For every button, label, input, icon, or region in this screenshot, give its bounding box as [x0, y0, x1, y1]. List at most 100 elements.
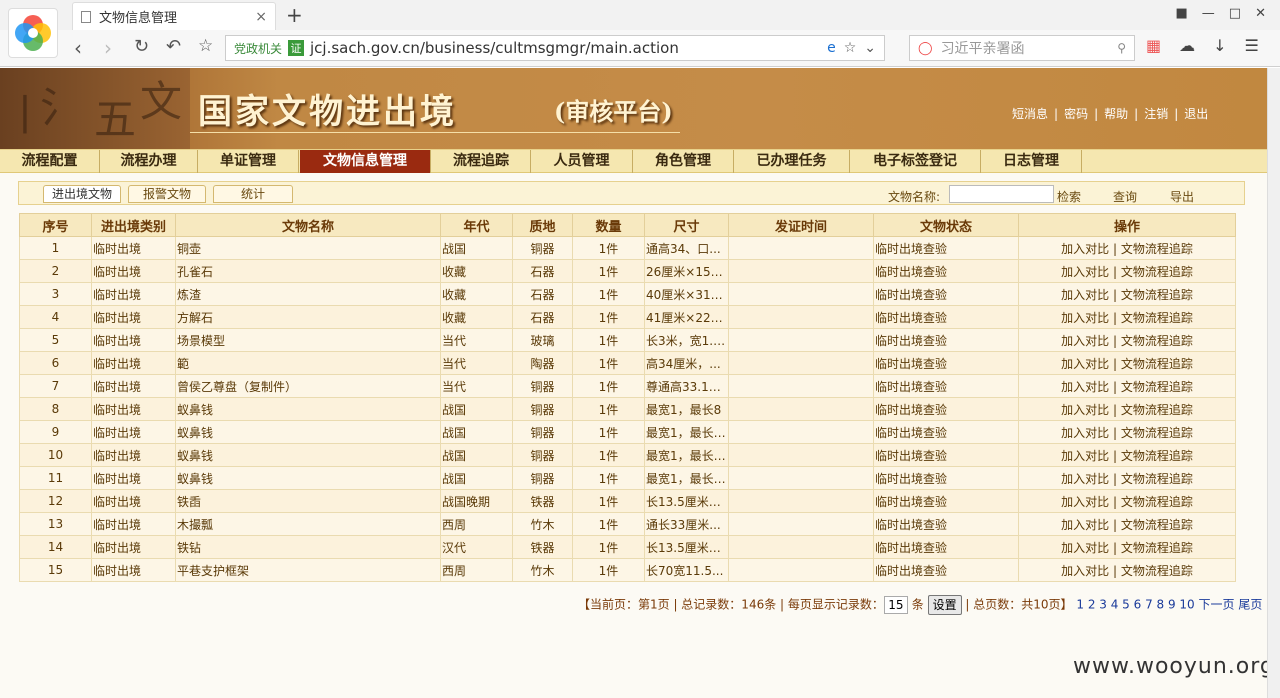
cell-actions[interactable]: 加入对比 | 文物流程追踪	[1018, 397, 1236, 421]
col-header-issue-time[interactable]: 发证时间	[728, 213, 874, 237]
cell-relic-name[interactable]: 场景模型	[175, 328, 441, 352]
set-page-size-button[interactable]: 设置	[927, 595, 962, 615]
col-header-material[interactable]: 质地	[512, 213, 573, 237]
menu-log-manage[interactable]: 日志管理	[981, 150, 1082, 173]
cell-relic-name[interactable]: 蚁鼻钱	[175, 466, 441, 490]
cell-relic-name[interactable]: 木撮瓢	[175, 512, 441, 536]
cell-relic-name[interactable]: 蚁鼻钱	[175, 420, 441, 444]
subtab-inout-relics[interactable]: 进出境文物	[43, 185, 121, 203]
link-logout[interactable]: 注销	[1144, 107, 1168, 121]
page-number-links[interactable]: 1 2 3 4 5 6 7 8 9 10	[1076, 598, 1194, 612]
cell-relic-name[interactable]: 方解石	[175, 305, 441, 329]
table-row[interactable]: 2 临时出境 孔雀石 收藏 石器 1件 26厘米×15厘... 临时出境查验 加入对比 | 文物…	[19, 259, 1236, 283]
search-icon[interactable]: ⚲	[1117, 41, 1126, 55]
menu-handled-tasks[interactable]: 已办理任务	[734, 150, 850, 173]
cell-actions[interactable]: 加入对比 | 文物流程追踪	[1018, 489, 1236, 513]
cell-actions[interactable]: 加入对比 | 文物流程追踪	[1018, 374, 1236, 398]
cell-actions[interactable]: 加入对比 | 文物流程追踪	[1018, 305, 1236, 329]
back-icon[interactable]: ‹	[74, 36, 82, 60]
menu-icon[interactable]: ☰	[1245, 36, 1259, 55]
link-exit[interactable]: 退出	[1184, 107, 1208, 121]
reload-icon[interactable]: ↻	[134, 36, 149, 57]
col-header-status[interactable]: 文物状态	[873, 213, 1019, 237]
browser-logo[interactable]	[8, 8, 58, 58]
menu-etag-register[interactable]: 电子标签登记	[850, 150, 981, 173]
cell-actions[interactable]: 加入对比 | 文物流程追踪	[1018, 259, 1236, 283]
link-help[interactable]: 帮助	[1104, 107, 1128, 121]
menu-role-manage[interactable]: 角色管理	[633, 150, 734, 173]
url-text[interactable]: jcj.sach.gov.cn/business/cultmsgmgr/main…	[310, 39, 827, 57]
menu-flow-handle[interactable]: 流程办理	[100, 150, 198, 173]
export-link[interactable]: 导出	[1170, 188, 1194, 205]
cell-relic-name[interactable]: 平巷支护框架	[175, 558, 441, 582]
table-row[interactable]: 5 临时出境 场景模型 当代 玻璃 1件 长3米，宽1.8... 临时出境查验 加入对比 | 文…	[19, 328, 1236, 352]
table-row[interactable]: 14 临时出境 铁钻 汉代 铁器 1件 长13.5厘米，... 临时出境查验 加入对比 | 文物…	[19, 535, 1236, 559]
new-tab-button[interactable]: +	[286, 3, 303, 27]
cell-relic-name[interactable]: 蚁鼻钱	[175, 443, 441, 467]
search-box[interactable]: ◯ 习近平亲署函 ⚲	[909, 35, 1135, 61]
menu-document-manage[interactable]: 单证管理	[198, 150, 299, 173]
table-row[interactable]: 12 临时出境 铁臿 战国晚期 铁器 1件 长13.5厘米，... 临时出境查验 加入对比 | …	[19, 489, 1236, 513]
relic-name-input[interactable]	[949, 185, 1054, 203]
cell-actions[interactable]: 加入对比 | 文物流程追踪	[1018, 282, 1236, 306]
cell-relic-name[interactable]: 曾侯乙尊盘（复制件）	[175, 374, 441, 398]
cell-actions[interactable]: 加入对比 | 文物流程追踪	[1018, 535, 1236, 559]
table-row[interactable]: 8 临时出境 蚁鼻钱 战国 铜器 1件 最宽1，最长8 临时出境查验 加入对比 | 文物流程追…	[19, 397, 1236, 421]
download-icon[interactable]: ↓	[1213, 36, 1226, 55]
cell-actions[interactable]: 加入对比 | 文物流程追踪	[1018, 420, 1236, 444]
forward-icon[interactable]: ›	[104, 36, 112, 60]
subtab-statistics[interactable]: 统计	[213, 185, 293, 203]
col-header-actions[interactable]: 操作	[1018, 213, 1236, 237]
cell-actions[interactable]: 加入对比 | 文物流程追踪	[1018, 443, 1236, 467]
ie-mode-icon[interactable]: e	[827, 40, 836, 56]
bookmark-star-icon[interactable]: ☆	[844, 40, 857, 56]
table-row[interactable]: 10 临时出境 蚁鼻钱 战国 铜器 1件 最宽1，最长12 临时出境查验 加入对比 | 文物流…	[19, 443, 1236, 467]
table-row[interactable]: 7 临时出境 曾侯乙尊盘（复制件） 当代 铜器 1件 尊通高33.1，... 临时出境查验 加入…	[19, 374, 1236, 398]
col-header-size[interactable]: 尺寸	[644, 213, 729, 237]
cell-actions[interactable]: 加入对比 | 文物流程追踪	[1018, 236, 1236, 260]
col-header-category[interactable]: 进出境类别	[91, 213, 176, 237]
page-size-input[interactable]: 15	[883, 596, 908, 614]
menu-flow-trace[interactable]: 流程追踪	[432, 150, 531, 173]
cell-relic-name[interactable]: 蚁鼻钱	[175, 397, 441, 421]
col-header-index[interactable]: 序号	[19, 213, 92, 237]
table-row[interactable]: 6 临时出境範当代 陶器 1件 高34厘米，... 临时出境查验 加入对比 | 文物流程追踪	[19, 351, 1236, 375]
table-row[interactable]: 11 临时出境 蚁鼻钱 战国 铜器 1件 最宽1，最长13 临时出境查验 加入对比 | 文物流…	[19, 466, 1236, 490]
cell-actions[interactable]: 加入对比 | 文物流程追踪	[1018, 558, 1236, 582]
col-header-quantity[interactable]: 数量	[572, 213, 645, 237]
last-page-link[interactable]: 尾页	[1238, 598, 1262, 612]
minimize-icon[interactable]: —	[1202, 6, 1215, 21]
cell-relic-name[interactable]: 孔雀石	[175, 259, 441, 283]
cell-relic-name[interactable]: 炼渣	[175, 282, 441, 306]
query-link[interactable]: 查询	[1113, 188, 1137, 205]
cell-actions[interactable]: 加入对比 | 文物流程追踪	[1018, 351, 1236, 375]
close-window-icon[interactable]: ✕	[1255, 6, 1266, 21]
skin-icon[interactable]: ■	[1176, 6, 1188, 21]
apps-grid-icon[interactable]: ▦	[1146, 36, 1161, 55]
cell-relic-name[interactable]: 铜壶	[175, 236, 441, 260]
menu-flow-config[interactable]: 流程配置	[0, 150, 100, 173]
subtab-alarm-relics[interactable]: 报警文物	[128, 185, 206, 203]
col-header-era[interactable]: 年代	[440, 213, 513, 237]
table-row[interactable]: 15 临时出境 平巷支护框架 西周 竹木 1件 长70宽11.5... 临时出境查验 加入对比 …	[19, 558, 1236, 582]
favorite-star-icon[interactable]: ☆	[198, 36, 213, 56]
tab-close-icon[interactable]: ×	[255, 9, 267, 25]
browser-tab[interactable]: 文物信息管理 ×	[72, 2, 276, 30]
cell-relic-name[interactable]: 铁钻	[175, 535, 441, 559]
table-row[interactable]: 9 临时出境 蚁鼻钱 战国 铜器 1件 最宽1，最长10 临时出境查验 加入对比 | 文物流程…	[19, 420, 1236, 444]
cell-actions[interactable]: 加入对比 | 文物流程追踪	[1018, 466, 1236, 490]
address-bar[interactable]: 党政机关 证 jcj.sach.gov.cn/business/cultmsgm…	[225, 35, 885, 61]
search-link[interactable]: 检索	[1057, 188, 1081, 205]
menu-user-manage[interactable]: 人员管理	[531, 150, 633, 173]
col-header-name[interactable]: 文物名称	[175, 213, 441, 237]
menu-relic-info-manage[interactable]: 文物信息管理	[300, 150, 431, 173]
link-password[interactable]: 密码	[1064, 107, 1088, 121]
cell-relic-name[interactable]: 範	[175, 351, 441, 375]
cell-actions[interactable]: 加入对比 | 文物流程追踪	[1018, 328, 1236, 352]
table-row[interactable]: 3 临时出境 炼渣 收藏 石器 1件 40厘米×31厘... 临时出境查验 加入对比 | 文物流…	[19, 282, 1236, 306]
cloud-icon[interactable]: ☁	[1179, 36, 1195, 55]
table-row[interactable]: 4 临时出境 方解石 收藏 石器 1件 41厘米×22厘... 临时出境查验 加入对比 | 文物…	[19, 305, 1236, 329]
cell-actions[interactable]: 加入对比 | 文物流程追踪	[1018, 512, 1236, 536]
maximize-icon[interactable]: □	[1229, 6, 1241, 21]
page-scrollbar[interactable]	[1267, 68, 1280, 698]
